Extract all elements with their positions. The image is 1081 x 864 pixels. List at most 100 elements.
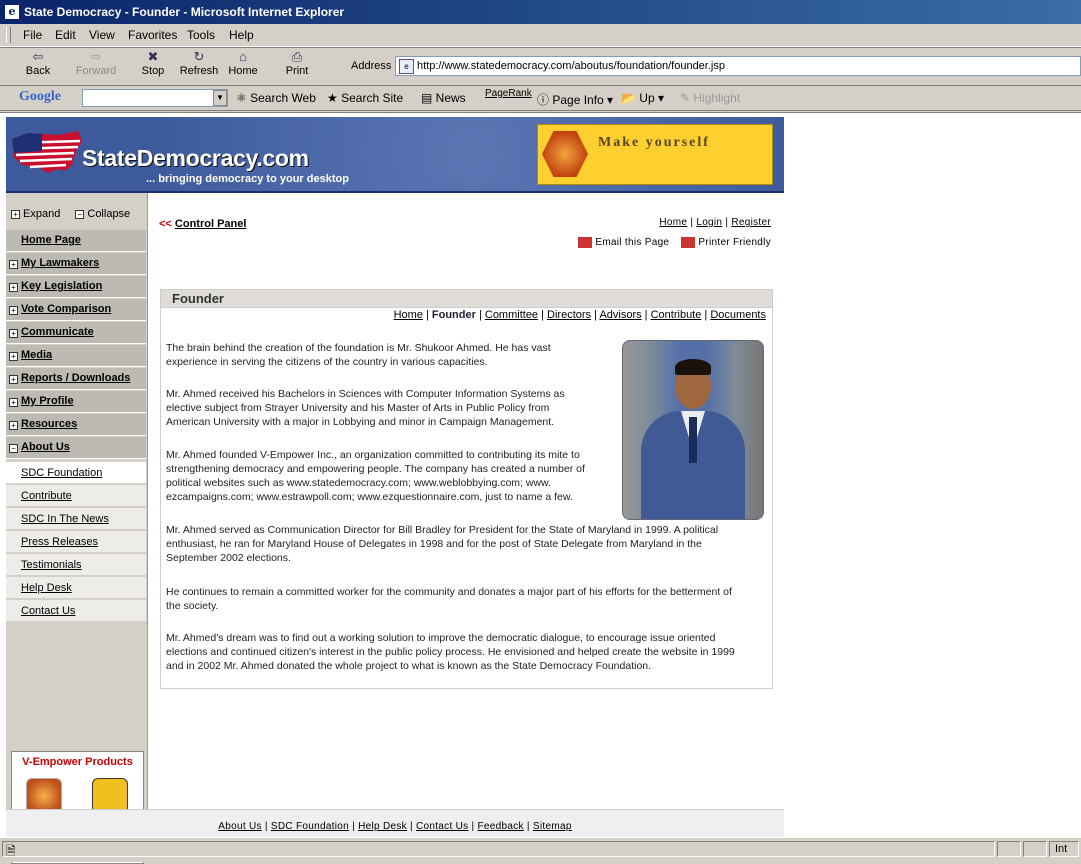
hexagon-logo-icon: [542, 131, 588, 177]
print-button[interactable]: ⎙ Print: [285, 49, 309, 77]
menu-file[interactable]: File: [23, 28, 42, 42]
footer-link-about-us[interactable]: About Us: [218, 821, 262, 832]
pagerank-indicator[interactable]: PageRank: [485, 88, 532, 99]
subnav-founder[interactable]: Founder: [432, 309, 476, 321]
subnav-contribute[interactable]: Contribute: [651, 309, 702, 321]
menu-tools[interactable]: Tools: [187, 28, 215, 42]
sidebar-subitem-contact-us[interactable]: Contact Us: [6, 600, 146, 622]
back-button[interactable]: ⇦ Back: [22, 49, 54, 77]
footer-link-sitemap[interactable]: Sitemap: [533, 821, 572, 832]
banner-ad[interactable]: Make yourself: [537, 124, 773, 185]
sidebar-subitem-contribute[interactable]: Contribute: [6, 485, 146, 507]
top-link-login[interactable]: Login: [696, 217, 722, 228]
search-site-button[interactable]: ★ Search Site: [327, 91, 403, 105]
menu-favorites[interactable]: Favorites: [128, 28, 177, 42]
paragraph: Mr. Ahmed founded V-Empower Inc., an org…: [166, 449, 585, 503]
highlight-button[interactable]: ✎ Highlight: [680, 91, 740, 105]
news-button[interactable]: ▤ News: [421, 91, 466, 105]
site-header: StateDemocracy.com ... bringing democrac…: [6, 117, 784, 191]
paragraph: Mr. Ahmed received his Bachelors in Scie…: [166, 388, 565, 428]
top-link-home[interactable]: Home: [659, 217, 687, 228]
sidebar-item-about-us[interactable]: − About Us: [6, 437, 146, 459]
menu-help[interactable]: Help: [229, 28, 254, 42]
sidebar-subitem-sdc-foundation[interactable]: SDC Foundation: [6, 462, 146, 484]
ie-icon: e: [5, 5, 19, 19]
printer-icon: ⎙: [291, 49, 303, 64]
paragraph: Mr. Ahmed's dream was to find out a work…: [166, 632, 735, 672]
footer-link-help-desk[interactable]: Help Desk: [358, 821, 407, 832]
email-page-link[interactable]: Email this Page: [595, 237, 669, 248]
sidebar-item-communicate[interactable]: + Communicate: [6, 322, 146, 344]
collapse-button[interactable]: − Collapse: [75, 208, 130, 220]
subnav-committee[interactable]: Committee: [485, 309, 538, 321]
page-info-button[interactable]: ⓘ Page Info ▾: [537, 91, 613, 108]
sidebar-subitem-press-releases[interactable]: Press Releases: [6, 531, 146, 553]
sidebar-item-reports-downloads[interactable]: + Reports / Downloads: [6, 368, 146, 390]
email-icon[interactable]: [578, 237, 593, 248]
sidebar-item-key-legislation[interactable]: + Key Legislation: [6, 276, 146, 298]
sidebar-item-vote-comparison[interactable]: + Vote Comparison: [6, 299, 146, 321]
subnav-home[interactable]: Home: [394, 309, 423, 321]
stop-icon: ✖: [147, 49, 159, 64]
sidebar-item-resources[interactable]: + Resources: [6, 414, 146, 436]
subnav-documents[interactable]: Documents: [710, 309, 766, 321]
menu-bar: File Edit View Favorites Tools Help: [0, 24, 1081, 47]
sidebar-subitem-help-desk[interactable]: Help Desk: [6, 577, 146, 599]
printer-friendly-link[interactable]: Printer Friendly: [698, 237, 771, 248]
footer-link-contact-us[interactable]: Contact Us: [416, 821, 468, 832]
plus-icon: +: [11, 209, 20, 219]
subnav-advisors[interactable]: Advisors: [599, 309, 641, 321]
site-tagline: ... bringing democracy to your desktop: [146, 173, 349, 185]
window-titlebar: e State Democracy - Founder - Microsoft …: [0, 0, 1081, 24]
founder-photo: [622, 340, 764, 520]
founder-panel: Founder Home | Founder | Committee | Dir…: [160, 289, 773, 689]
menu-view[interactable]: View: [89, 28, 115, 42]
plus-icon: +: [9, 260, 18, 269]
us-flag-map-icon[interactable]: [8, 127, 84, 179]
google-search-input[interactable]: [82, 89, 228, 107]
address-url: http://www.statedemocracy.com/aboutus/fo…: [417, 60, 725, 72]
plus-icon: +: [9, 283, 18, 292]
plus-icon: +: [9, 329, 18, 338]
site-logo[interactable]: StateDemocracy.com: [82, 145, 309, 172]
plus-icon: +: [9, 421, 18, 430]
address-label: Address: [351, 60, 392, 72]
top-links: Home | Login | Register: [659, 217, 771, 228]
page-title: Founder: [172, 291, 224, 306]
sidebar-item-home-page[interactable]: Home Page: [6, 230, 146, 252]
sidebar-item-my-lawmakers[interactable]: + My Lawmakers: [6, 253, 146, 275]
footer-link-feedback[interactable]: Feedback: [478, 821, 524, 832]
plus-icon: +: [9, 398, 18, 407]
top-link-register[interactable]: Register: [731, 217, 771, 228]
sidebar-item-my-profile[interactable]: + My Profile: [6, 391, 146, 413]
double-arrow-left-icon: <<: [159, 218, 172, 230]
page-icon: e: [399, 59, 414, 74]
subnav-directors[interactable]: Directors: [547, 309, 591, 321]
search-web-button[interactable]: ⚛ Search Web: [236, 91, 316, 105]
forward-button[interactable]: ⇨ Forward: [75, 49, 117, 77]
sidebar-subitem-testimonials[interactable]: Testimonials: [6, 554, 146, 576]
site-footer: About Us | SDC Foundation | Help Desk | …: [6, 809, 784, 838]
up-button[interactable]: 📂 Up ▾: [621, 91, 664, 105]
expand-button[interactable]: + Expand: [11, 208, 60, 220]
home-button[interactable]: ⌂ Home: [228, 49, 258, 77]
control-panel-link[interactable]: << Control Panel: [159, 218, 246, 230]
page-actions: Email this Page Printer Friendly: [569, 237, 771, 248]
minus-icon: −: [9, 444, 18, 453]
address-bar[interactable]: e http://www.statedemocracy.com/aboutus/…: [395, 56, 1081, 76]
window-title: State Democracy - Founder - Microsoft In…: [24, 5, 345, 19]
refresh-icon: ↻: [193, 49, 205, 64]
printer-icon[interactable]: [681, 237, 696, 248]
minus-icon: −: [75, 209, 85, 219]
footer-link-sdc-foundation[interactable]: SDC Foundation: [271, 821, 349, 832]
menu-edit[interactable]: Edit: [55, 28, 76, 42]
chevron-down-icon[interactable]: ▼: [213, 90, 227, 106]
stop-button[interactable]: ✖ Stop: [140, 49, 166, 77]
sidebar-item-media[interactable]: + Media: [6, 345, 146, 367]
google-logo[interactable]: Google: [19, 89, 61, 105]
paragraph: Mr. Ahmed served as Communication Direct…: [166, 524, 719, 564]
sidebar-subitem-sdc-in-the-news[interactable]: SDC In The News: [6, 508, 146, 530]
refresh-button[interactable]: ↻ Refresh: [179, 49, 219, 77]
products-title: V-Empower Products: [22, 756, 133, 768]
plus-icon: +: [9, 306, 18, 315]
